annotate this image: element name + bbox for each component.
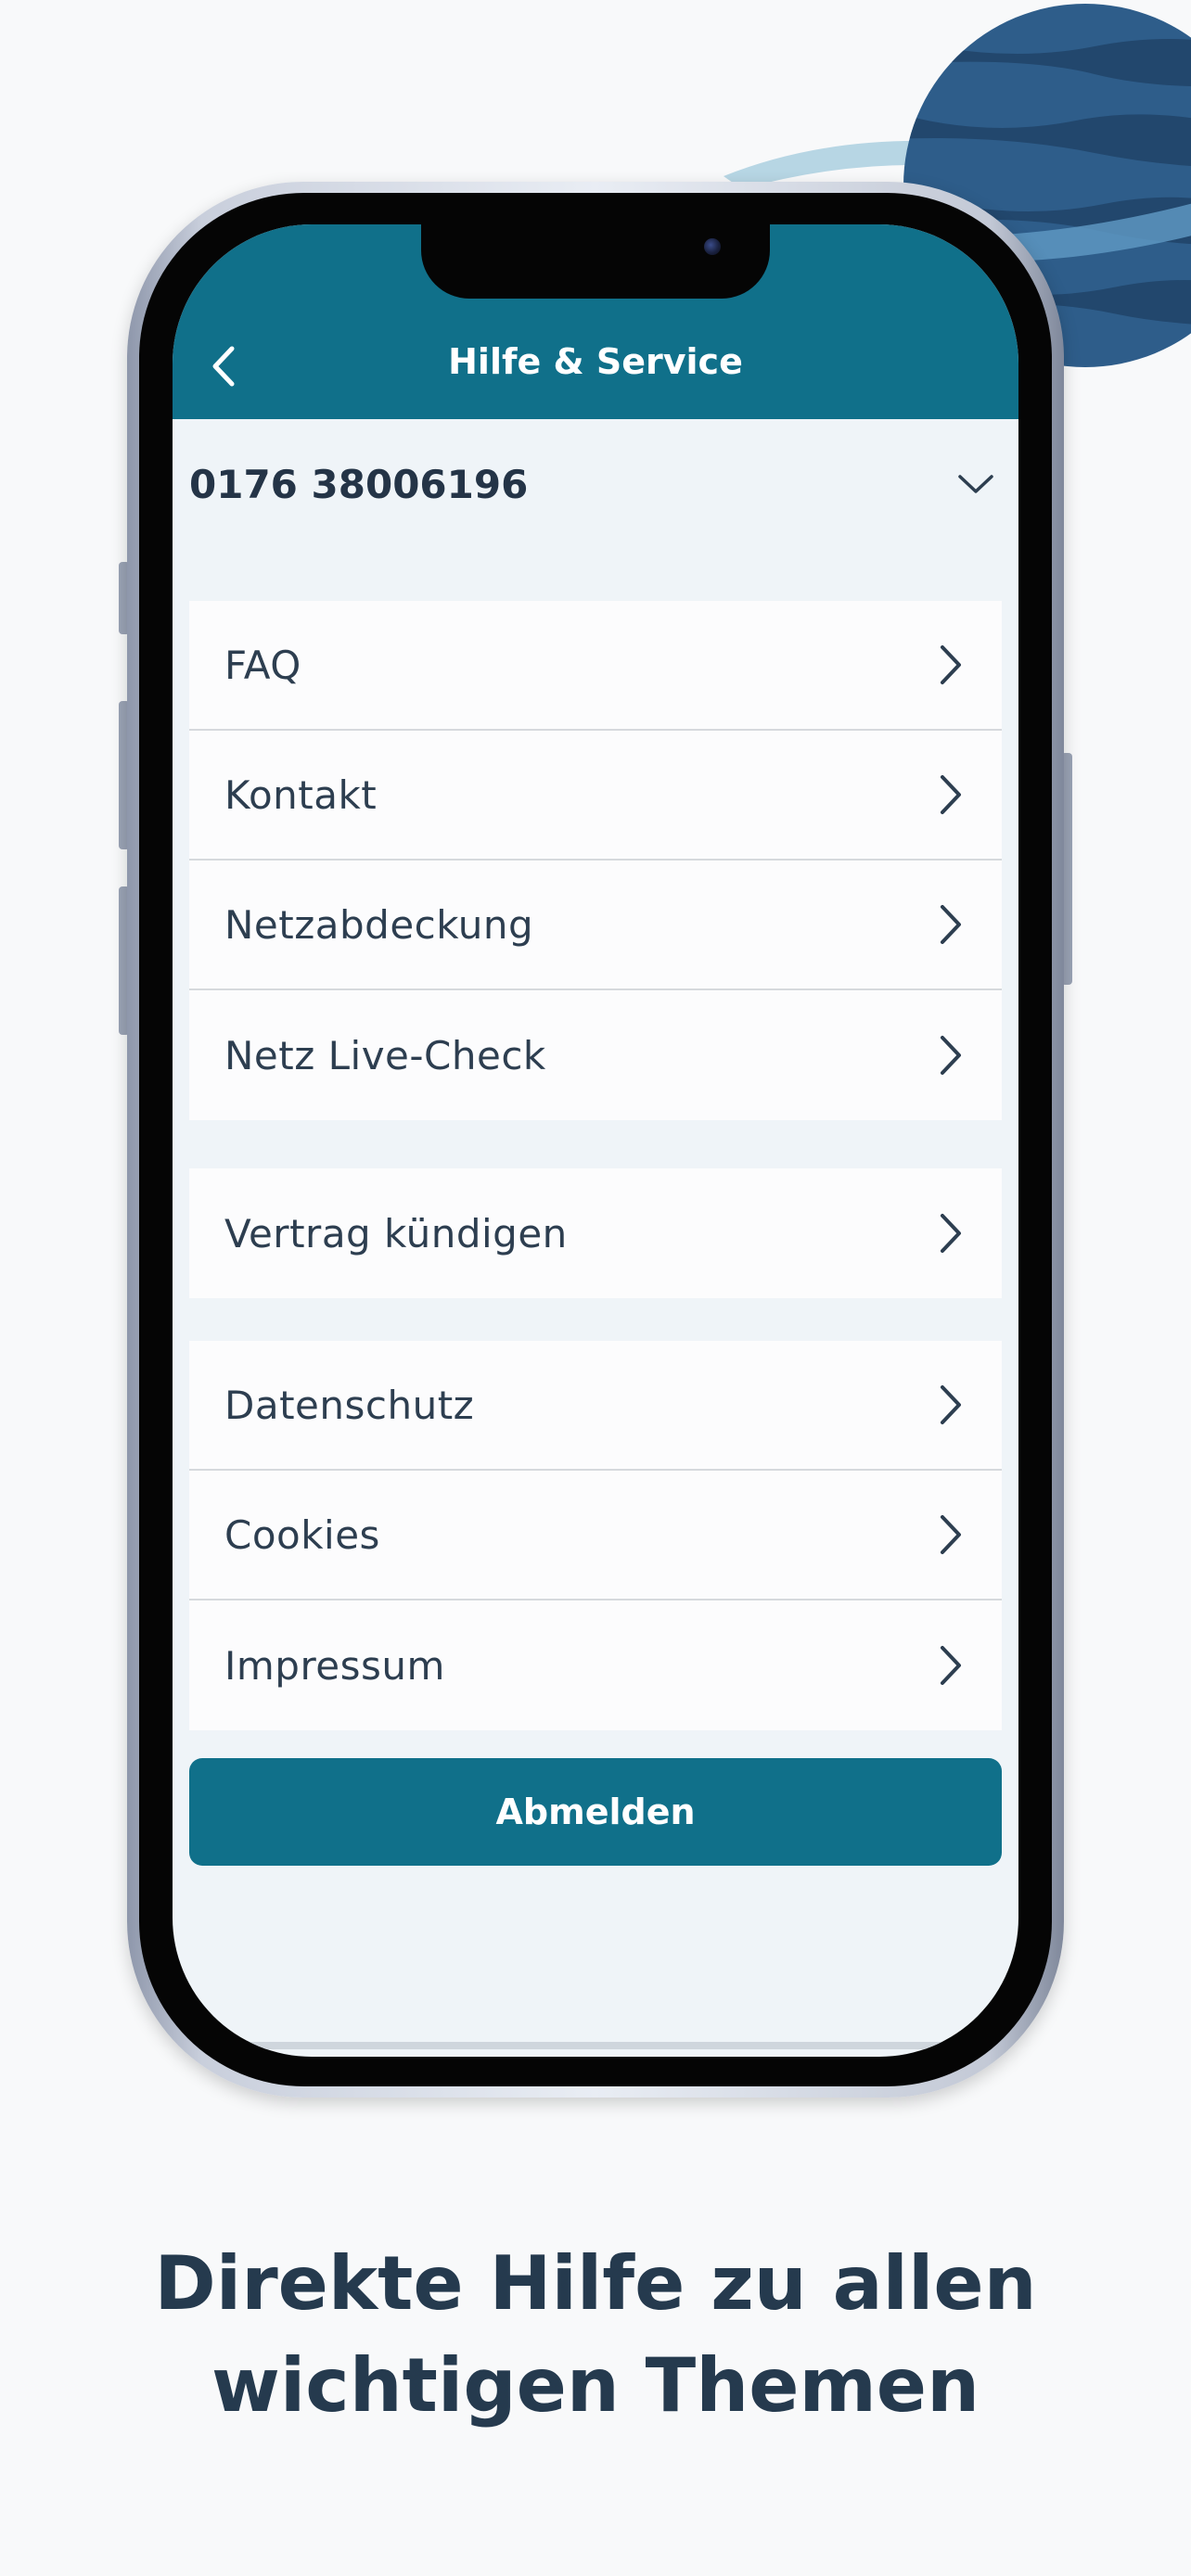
chevron-right-icon xyxy=(935,1642,967,1689)
menu-item-label: Vertrag kündigen xyxy=(224,1210,568,1256)
menu-item-label: Netzabdeckung xyxy=(224,901,534,948)
menu-item-faq[interactable]: FAQ xyxy=(189,601,1002,731)
phone-number: 0176 38006196 xyxy=(189,461,529,507)
menu-item-datenschutz[interactable]: Datenschutz xyxy=(189,1341,1002,1471)
marketing-caption: Direkte Hilfe zu allen wichtigen Themen xyxy=(0,2233,1191,2437)
chevron-right-icon xyxy=(935,1210,967,1256)
menu-item-impressum[interactable]: Impressum xyxy=(189,1600,1002,1730)
menu-item-netzabdeckung[interactable]: Netzabdeckung xyxy=(189,861,1002,990)
menu-item-cookies[interactable]: Cookies xyxy=(189,1471,1002,1600)
menu-item-label: FAQ xyxy=(224,642,301,688)
phone-number-selector[interactable]: 0176 38006196 xyxy=(189,447,1002,521)
chevron-right-icon xyxy=(935,1382,967,1428)
page-title: Hilfe & Service xyxy=(448,341,743,382)
caption-line-2: wichtigen Themen xyxy=(211,2342,980,2429)
chevron-right-icon xyxy=(935,1032,967,1078)
menu-item-kontakt[interactable]: Kontakt xyxy=(189,731,1002,861)
menu-item-label: Impressum xyxy=(224,1642,445,1689)
logout-button[interactable]: Abmelden xyxy=(189,1758,1002,1866)
menu-group-contract: Vertrag kündigen xyxy=(189,1168,1002,1298)
caption-line-1: Direkte Hilfe zu allen xyxy=(154,2240,1037,2327)
phone-screen: Hilfe & Service 0176 38006196 FAQ Kontak… xyxy=(173,224,1018,2057)
menu-item-vertrag-kuendigen[interactable]: Vertrag kündigen xyxy=(189,1168,1002,1298)
chevron-right-icon xyxy=(935,772,967,818)
menu-item-label: Cookies xyxy=(224,1511,380,1558)
menu-item-label: Kontakt xyxy=(224,772,378,818)
chevron-right-icon xyxy=(935,901,967,948)
menu-item-netz-live-check[interactable]: Netz Live-Check xyxy=(189,990,1002,1120)
home-indicator xyxy=(247,2042,944,2049)
menu-group-help: FAQ Kontakt Netzabdeckung Netz Live-Chec… xyxy=(189,601,1002,1120)
phone-notch xyxy=(421,224,770,299)
menu-item-label: Netz Live-Check xyxy=(224,1032,546,1078)
app-header: Hilfe & Service xyxy=(173,224,1018,419)
menu-group-legal: Datenschutz Cookies Impressum xyxy=(189,1341,1002,1730)
chevron-right-icon xyxy=(935,1511,967,1558)
menu-item-label: Datenschutz xyxy=(224,1382,475,1428)
front-camera xyxy=(704,238,721,255)
chevron-down-icon xyxy=(958,475,993,493)
chevron-right-icon xyxy=(935,642,967,688)
